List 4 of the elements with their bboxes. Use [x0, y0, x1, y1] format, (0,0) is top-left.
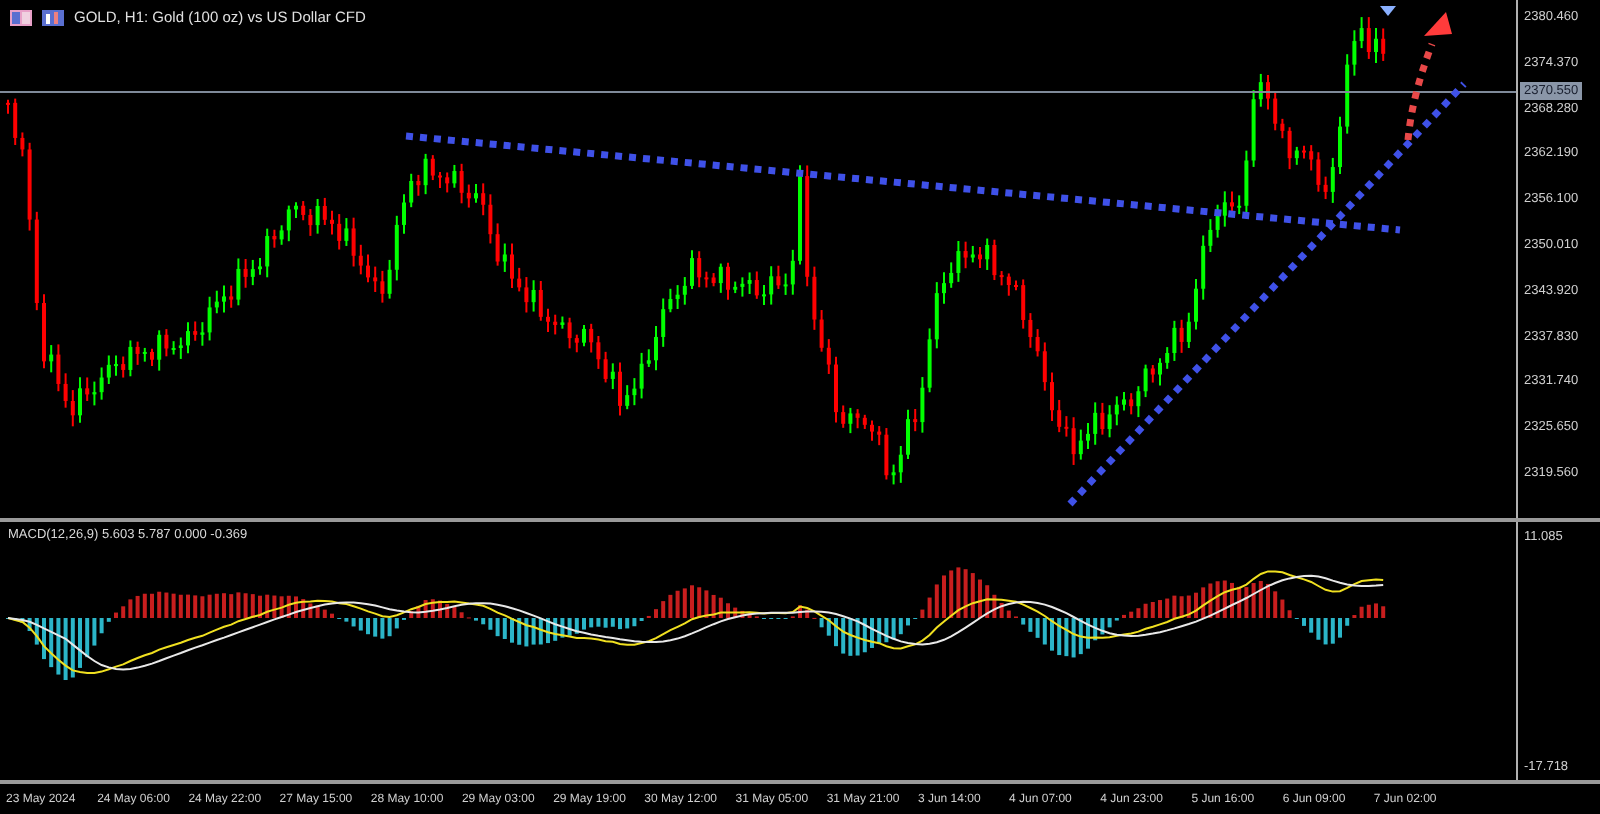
- triangle-icon: [1380, 6, 1396, 16]
- window-icon: [10, 9, 32, 25]
- dotted-arrow: [1404, 12, 1452, 141]
- chart-icon: [42, 9, 64, 25]
